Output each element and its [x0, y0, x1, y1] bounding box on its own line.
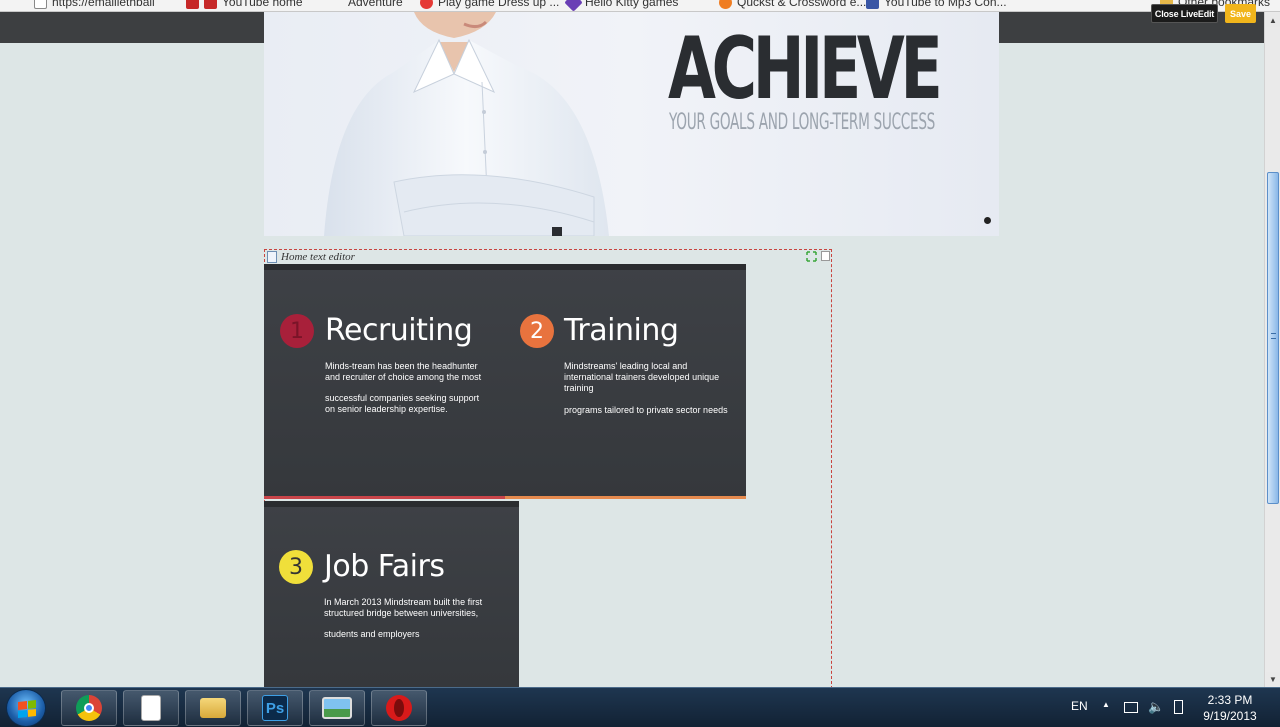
scrollbar-thumb[interactable]	[1267, 172, 1279, 504]
hero-subtitle: YOUR GOALS AND LONG-TERM SUCCESS	[669, 110, 936, 135]
windows-logo-icon	[18, 700, 36, 718]
explorer-icon	[200, 698, 226, 718]
service-title-recruiting: Recruiting	[325, 313, 473, 348]
image-viewer-icon	[322, 697, 352, 719]
bookmark-email[interactable]: https://emailiethbail	[34, 0, 155, 9]
opera-icon	[386, 695, 412, 721]
network-icon[interactable]	[1124, 702, 1138, 713]
language-indicator[interactable]: EN	[1071, 699, 1088, 713]
services-panel-top: 1 Recruiting Minds-tream has been the he…	[264, 264, 746, 499]
scroll-down-icon[interactable]: ▼	[1266, 672, 1280, 686]
page-icon	[34, 0, 47, 9]
service-text-job-fairs-2: students and employers	[324, 629, 420, 639]
service-title-job-fairs: Job Fairs	[324, 549, 445, 584]
hero-banner: ACHIEVE YOUR GOALS AND LONG-TERM SUCCESS	[264, 12, 999, 236]
taskbar-photoshop[interactable]: Ps	[247, 690, 303, 726]
save-button[interactable]: Save	[1225, 4, 1256, 23]
show-hidden-icons[interactable]: ▲	[1102, 700, 1110, 709]
taskbar-image-viewer[interactable]	[309, 690, 365, 726]
hero-title: ACHIEVE	[668, 19, 943, 119]
close-liveedit-button[interactable]: Close LiveEdit	[1151, 4, 1218, 23]
bookmark-crossword[interactable]: Quckst & Crossword e...	[719, 0, 866, 9]
scroll-up-icon[interactable]: ▲	[1266, 13, 1280, 27]
taskbar-document[interactable]	[123, 690, 179, 726]
youtube-icon	[186, 0, 199, 9]
vertical-scrollbar[interactable]: ▲ ▼	[1264, 12, 1280, 687]
service-text-job-fairs-1: In March 2013 Mindstream built the first…	[324, 597, 483, 618]
windows-taskbar: Ps EN ▲ 🔈 2:33 PM 9/19/2013	[0, 687, 1280, 727]
kitty-icon	[564, 0, 583, 11]
service-title-training: Training	[564, 313, 679, 348]
copy-icon[interactable]	[821, 251, 830, 261]
document-icon	[267, 251, 277, 263]
service-text-recruiting-2: successful companies seeking support on …	[325, 393, 480, 414]
number-badge-2: 2	[520, 314, 554, 348]
service-text-training-2: programs tailored to private sector need…	[564, 405, 728, 415]
editor-label: Home text editor	[267, 251, 355, 263]
taskbar-explorer[interactable]	[185, 690, 241, 726]
bookmarks-bar: https://emailiethbail YouTube home Adven…	[0, 0, 1280, 12]
system-clock[interactable]: 2:33 PM 9/19/2013	[1200, 692, 1260, 724]
document-icon	[141, 695, 161, 721]
number-badge-3: 3	[279, 550, 313, 584]
expand-icon[interactable]	[806, 251, 817, 262]
chrome-icon	[76, 695, 102, 721]
number-badge-1: 1	[280, 314, 314, 348]
taskbar-chrome[interactable]	[61, 690, 117, 726]
service-text-training-1: Mindstreams' leading local and internati…	[564, 361, 720, 393]
photoshop-icon: Ps	[262, 695, 288, 721]
bookmark-adventure[interactable]: Adventure	[348, 0, 403, 9]
puzzle-icon	[719, 0, 732, 9]
bookmark-mp3[interactable]: YouTube to Mp3 Con...	[866, 0, 1007, 9]
taskbar-opera[interactable]	[371, 690, 427, 726]
bookmark-dress-up[interactable]: Play game Dress up ...	[420, 0, 559, 9]
slider-dot[interactable]	[984, 217, 991, 224]
volume-icon[interactable]: 🔈	[1148, 699, 1164, 715]
service-text-recruiting-1: Minds-tream has been the headhunter and …	[325, 361, 482, 382]
start-button[interactable]	[6, 689, 46, 727]
bookmark-youtube[interactable]: YouTube home	[186, 0, 303, 9]
hero-woman-image	[324, 12, 609, 236]
mp3-icon	[866, 0, 879, 9]
youtube-icon	[204, 0, 217, 9]
power-icon[interactable]	[1174, 700, 1183, 714]
game-icon	[420, 0, 433, 9]
services-panel-bottom: 3 Job Fairs In March 2013 Mindstream bui…	[264, 501, 519, 687]
bookmark-hello-kitty[interactable]: Hello Kitty games	[564, 0, 678, 11]
